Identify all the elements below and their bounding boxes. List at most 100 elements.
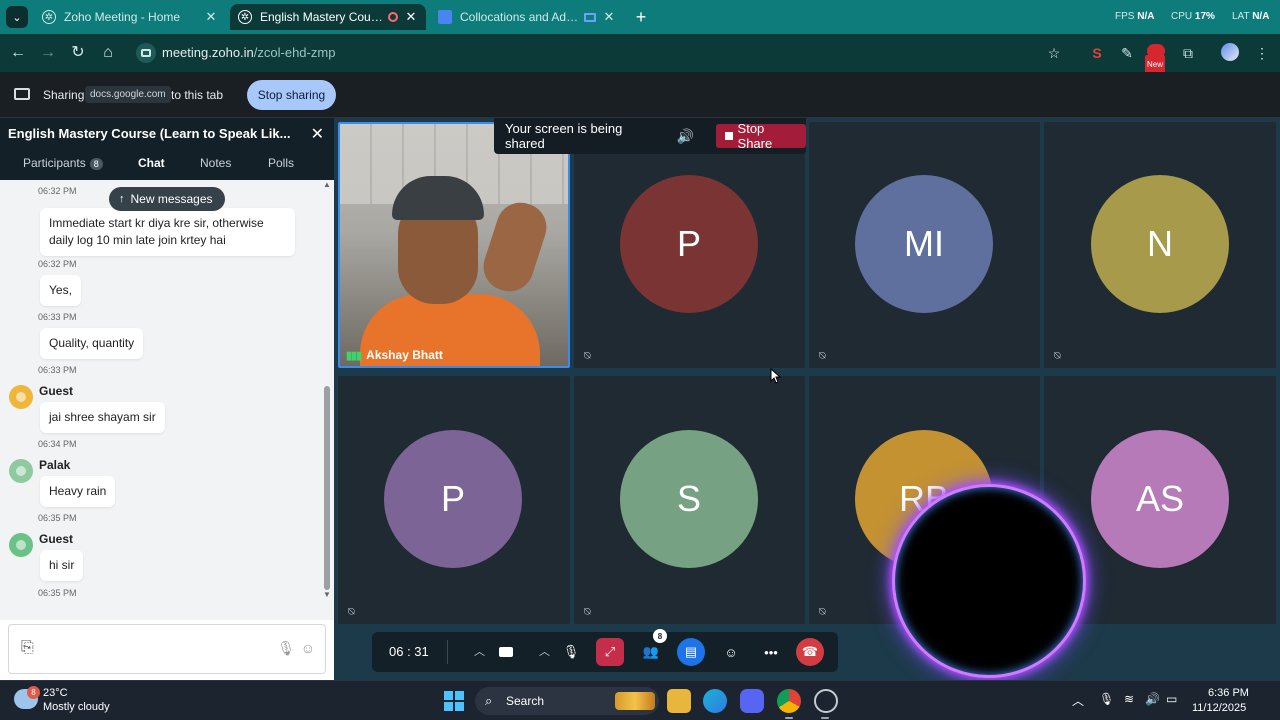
battery-icon[interactable]: ▭ (1166, 692, 1177, 706)
clock-time[interactable]: 6:36 PM (1208, 687, 1249, 699)
participant-tile[interactable]: P ⍉ (574, 122, 805, 368)
microphone-button[interactable]: 🎙 (557, 638, 585, 666)
back-icon[interactable]: ← (8, 43, 28, 63)
presenter-name-label: ▮▮▮ Akshay Bhatt (346, 348, 443, 362)
stop-sharing-button[interactable]: Stop sharing (247, 80, 336, 110)
emoji-icon[interactable]: ☺ (301, 640, 315, 656)
file-explorer-icon[interactable] (667, 689, 691, 713)
taskbar-search[interactable]: ⌕ Search (475, 687, 659, 715)
volume-icon[interactable]: 🔊 (1145, 692, 1160, 706)
search-highlight-image (615, 692, 655, 710)
tab-close-icon[interactable]: ✕ (602, 9, 616, 25)
participants-count-badge: 8 (653, 629, 667, 643)
message-timestamp: 06:32 PM (38, 259, 77, 269)
tab-participants[interactable]: Participants 8 (23, 156, 103, 170)
video-grid: ▮▮▮ Akshay Bhatt P ⍉ MI ⍉ N ⍉ P ⍉ S ⍉ RB… (334, 118, 1280, 680)
new-messages-button[interactable]: ↑ New messages (109, 187, 225, 211)
voice-message-icon[interactable]: 🎙 (277, 640, 295, 657)
reactions-button[interactable]: ☺ (717, 638, 745, 666)
settings-app-icon[interactable] (814, 689, 838, 713)
show-hidden-icons-icon[interactable]: ︿ (1072, 692, 1084, 709)
stop-share-button[interactable]: Stop Share (716, 121, 806, 151)
active-app-indicator (785, 717, 793, 719)
tab-sharing-icon (584, 12, 596, 22)
floating-orb-widget[interactable] (892, 484, 1086, 678)
participant-avatar: AS (1091, 430, 1229, 568)
tab-notes[interactable]: Notes (200, 156, 231, 170)
start-button[interactable] (444, 691, 464, 711)
chat-button[interactable]: ▤ (677, 638, 705, 666)
wifi-icon[interactable]: ≋ (1124, 692, 1134, 706)
tab-collocations-doc[interactable]: Collocations and Adjective ✕ (430, 4, 624, 30)
leave-meeting-button[interactable]: ☎ (796, 638, 824, 666)
windows-taskbar: 8 23°C Mostly cloudy ⌕ Search ︿ 🎙 ≋ 🔊 ▭ … (0, 680, 1280, 720)
clock-date[interactable]: 11/12/2025 (1192, 702, 1246, 714)
attachment-icon[interactable]: ⎘ (21, 639, 34, 657)
participant-tile[interactable]: P ⍉ (338, 376, 570, 624)
chat-message: jai shree shayam sir (40, 402, 165, 433)
fps-readout: FPS N/A (1115, 11, 1155, 22)
new-tab-button[interactable]: + (630, 7, 652, 27)
bookmark-star-icon[interactable]: ☆ (1044, 43, 1064, 63)
zoho-favicon-icon: ✲ (42, 10, 56, 24)
screen-share-button[interactable]: ⤢ (596, 638, 624, 666)
close-panel-icon[interactable]: ✕ (311, 124, 324, 144)
profile-avatar[interactable] (1221, 43, 1241, 63)
extension-pen-icon[interactable]: ✎ (1117, 43, 1137, 63)
participant-tile[interactable]: N ⍉ (1044, 122, 1276, 368)
screen-shared-text: Your screen is being shared (505, 121, 623, 151)
forward-icon[interactable]: → (38, 43, 58, 63)
shared-domain-chip: docs.google.com (85, 86, 171, 103)
scroll-thumb[interactable] (324, 386, 330, 590)
tab-close-icon[interactable]: ✕ (204, 9, 218, 25)
browser-menu-icon[interactable]: ⋮ (1252, 43, 1272, 63)
extension-recorder-icon[interactable]: New (1145, 43, 1167, 75)
presenter-video-tile[interactable]: ▮▮▮ Akshay Bhatt (338, 122, 570, 368)
participants-count-badge: 8 (89, 158, 103, 170)
video-options-chevron-icon[interactable]: ︿ (474, 643, 485, 659)
site-info-icon[interactable] (136, 43, 156, 63)
microphone-tray-icon[interactable]: 🎙 (1099, 692, 1114, 706)
tab-search-menu-button[interactable]: ⌄ (6, 6, 28, 28)
browser-tab-strip: ⌄ ✲ Zoho Meeting - Home ✕ ✲ English Mast… (0, 0, 1280, 34)
participant-avatar: P (384, 430, 522, 568)
tab-chat[interactable]: Chat (138, 156, 165, 170)
message-timestamp: 06:33 PM (38, 312, 77, 322)
speaker-icon[interactable]: 🔊 (677, 128, 694, 145)
tab-title: Zoho Meeting - Home (64, 10, 181, 24)
tab-close-icon[interactable]: ✕ (404, 9, 418, 25)
chat-input[interactable]: ⎘ 🎙 ☺ (8, 624, 326, 674)
sharing-label: Sharing (43, 88, 85, 102)
screen-sharing-bar: Sharing docs.google.com to this tab Stop… (0, 72, 1280, 118)
scroll-down-icon[interactable]: ▼ (323, 590, 331, 599)
extension-s-icon[interactable]: S (1087, 43, 1107, 63)
home-icon[interactable]: ⌂ (98, 43, 118, 63)
chrome-icon[interactable] (777, 689, 801, 713)
mic-muted-icon: ⍉ (584, 606, 591, 618)
tab-english-mastery-course[interactable]: ✲ English Mastery Course (Lea ✕ (230, 4, 426, 30)
tab-zoho-meeting-home[interactable]: ✲ Zoho Meeting - Home ✕ (34, 4, 226, 30)
chat-scrollbar[interactable]: ▲ ▼ (322, 180, 332, 602)
scroll-up-icon[interactable]: ▲ (323, 180, 331, 189)
participant-tile[interactable]: MI ⍉ (809, 122, 1040, 368)
guest-avatar (9, 385, 33, 409)
audio-options-chevron-icon[interactable]: ︿ (539, 643, 550, 659)
reload-icon[interactable]: ↻ (68, 43, 88, 63)
participant-avatar: MI (855, 175, 993, 313)
camera-button[interactable] (492, 638, 520, 666)
discord-icon[interactable] (740, 689, 764, 713)
tab-polls[interactable]: Polls (268, 156, 294, 170)
address-bar[interactable]: meeting.zoho.in/zcol-ehd-zmp ☆ (132, 39, 1072, 67)
participant-tile[interactable]: S ⍉ (574, 376, 805, 624)
message-timestamp: 06:35 PM (38, 588, 77, 598)
message-timestamp: 06:32 PM (38, 186, 77, 196)
chat-panel: English Mastery Course (Learn to Speak L… (0, 118, 334, 680)
weather-notification-badge: 8 (27, 686, 40, 699)
extensions-puzzle-icon[interactable]: ⧉ (1178, 43, 1198, 63)
more-options-icon[interactable]: ••• (757, 638, 785, 666)
message-timestamp: 06:33 PM (38, 365, 77, 375)
zoho-favicon-icon: ✲ (238, 10, 252, 24)
edge-browser-icon[interactable] (703, 689, 727, 713)
chat-messages: 06:32 PM Immediate start kr diya kre sir… (0, 180, 334, 620)
chat-message: Quality, quantity (40, 328, 144, 359)
